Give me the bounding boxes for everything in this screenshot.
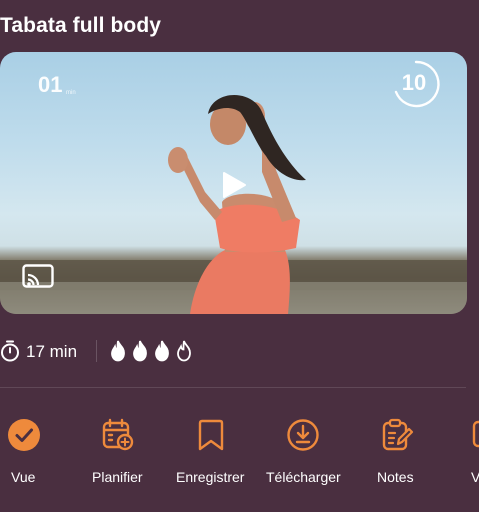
- download-icon: [287, 419, 319, 451]
- action-label: Notes: [377, 469, 414, 485]
- round-counter: 10: [401, 70, 427, 95]
- cast-icon[interactable]: [22, 264, 54, 288]
- action-bar: Vue Planifier Enregistrer Télécharger No…: [0, 416, 479, 496]
- action-label: Télécharger: [266, 469, 341, 485]
- calendar-add-icon: [102, 418, 134, 451]
- flame-filled-icon: [133, 340, 147, 362]
- video-timer-unit: min: [66, 90, 76, 96]
- meta-separator: [96, 340, 97, 362]
- action-label: Planifier: [92, 469, 143, 485]
- flame-filled-icon: [155, 340, 169, 362]
- action-seen[interactable]: Vue: [0, 416, 48, 496]
- partial-icon: [472, 420, 479, 448]
- notes-edit-icon: [382, 418, 414, 451]
- action-notes[interactable]: Notes: [372, 416, 422, 496]
- check-circle-icon: [8, 419, 40, 451]
- action-label: Vue: [11, 469, 36, 485]
- stopwatch-icon: [1, 340, 19, 362]
- workout-duration: 17 min: [26, 342, 78, 361]
- action-schedule[interactable]: Planifier: [88, 416, 148, 496]
- action-save[interactable]: Enregistrer: [174, 416, 250, 496]
- video-timer: 01: [38, 72, 63, 97]
- play-icon[interactable]: [220, 170, 248, 200]
- intensity-flames: [111, 340, 191, 362]
- action-download[interactable]: Télécharger: [264, 416, 344, 496]
- page-title: Tabata full body: [0, 14, 162, 37]
- workout-meta: 17 min: [0, 338, 479, 366]
- bookmark-icon: [198, 419, 224, 451]
- action-label: V: [471, 469, 479, 485]
- flame-filled-icon: [111, 340, 125, 362]
- section-divider: [0, 387, 466, 388]
- action-label: Enregistrer: [176, 469, 245, 485]
- flame-outline-icon: [177, 340, 191, 362]
- action-partial[interactable]: V: [466, 416, 479, 496]
- workout-detail-screen: Tabata full body 01 min 10 17 min Vue Pl…: [0, 0, 479, 512]
